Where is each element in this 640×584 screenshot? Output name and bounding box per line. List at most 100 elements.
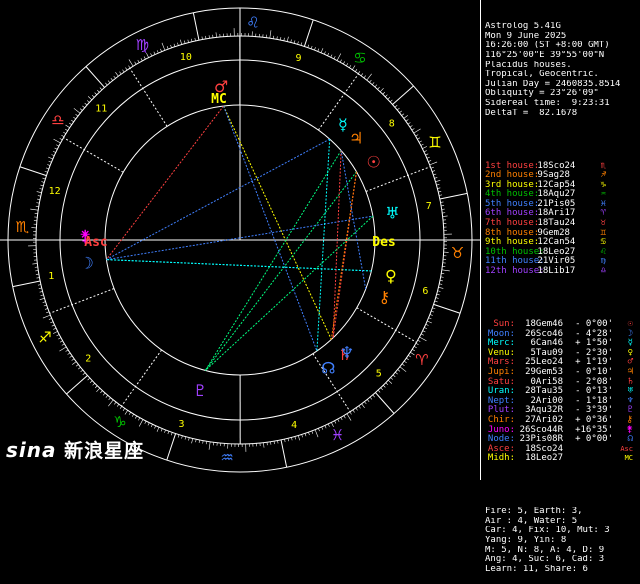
- degree-tick: [438, 291, 441, 292]
- degree-tick: [85, 103, 87, 105]
- stats-line: Learn: 11, Share: 6: [485, 565, 640, 575]
- degree-tick: [422, 146, 426, 148]
- degree-tick: [32, 263, 37, 264]
- header-line: 16:26:00 (ST +8:00 GMT): [485, 41, 640, 51]
- degree-tick: [53, 328, 56, 329]
- zodiac-sign-icon: ♒: [220, 449, 233, 467]
- degree-tick: [88, 378, 90, 380]
- degree-tick: [100, 88, 102, 90]
- planet-icon: Asc: [613, 445, 633, 455]
- planet-aspect: + 0°00': [563, 435, 613, 445]
- degree-tick: [123, 408, 125, 410]
- degree-tick: [196, 439, 197, 442]
- degree-tick: [402, 364, 404, 366]
- degree-tick: [135, 416, 137, 419]
- house-number: 8: [389, 118, 395, 129]
- zodiac-sign-icon: ♍: [136, 36, 149, 54]
- degree-tick: [378, 390, 380, 392]
- sign-divider: [440, 193, 467, 199]
- degree-tick: [437, 294, 440, 295]
- degree-tick: [375, 85, 377, 87]
- degree-tick: [436, 184, 439, 185]
- house-cusp-line: [130, 68, 167, 126]
- degree-tick: [144, 57, 145, 60]
- degree-tick: [301, 42, 302, 45]
- degree-tick: [291, 437, 292, 440]
- degree-tick: [80, 109, 82, 111]
- house-number: 12: [49, 186, 61, 197]
- degree-tick: [399, 111, 401, 113]
- degree-tick: [40, 189, 43, 190]
- degree-tick: [90, 381, 92, 383]
- degree-tick: [427, 321, 432, 323]
- degree-tick: [393, 375, 395, 377]
- planet-icon: MC: [613, 454, 633, 464]
- degree-tick: [324, 51, 325, 54]
- degree-tick: [311, 46, 312, 49]
- degree-tick: [433, 174, 436, 175]
- degree-tick: [287, 37, 288, 42]
- degree-tick: [76, 364, 78, 366]
- degree-tick: [410, 125, 412, 127]
- degree-tick: [92, 95, 94, 97]
- degree-tick: [65, 129, 68, 131]
- sign-divider: [167, 434, 176, 461]
- degree-tick: [151, 53, 152, 56]
- degree-tick: [60, 138, 63, 139]
- degree-tick: [177, 43, 178, 46]
- degree-tick: [308, 45, 309, 48]
- aspect-line: [341, 151, 366, 290]
- planet-glyph-icon: ☿: [338, 115, 348, 134]
- degree-tick: [404, 115, 408, 118]
- house-number: 6: [422, 286, 428, 297]
- planet-glyph-icon: ☉: [367, 153, 381, 172]
- degree-tick: [314, 47, 315, 50]
- degree-tick: [419, 141, 422, 142]
- degree-tick: [383, 92, 385, 94]
- midheaven-label: MC: [211, 92, 227, 107]
- element-stats: Fire: 5, Earth: 3,Air : 4, Water: 5Car: …: [485, 507, 640, 574]
- degree-tick: [120, 406, 122, 408]
- degree-tick: [388, 380, 392, 383]
- degree-tick: [61, 135, 64, 137]
- degree-tick: [100, 391, 102, 393]
- degree-tick: [103, 393, 105, 395]
- degree-tick: [106, 395, 108, 397]
- degree-tick: [439, 195, 442, 196]
- degree-tick: [108, 400, 113, 406]
- house-cusp-line: [50, 289, 114, 314]
- degree-tick: [109, 398, 111, 400]
- sign-divider: [393, 86, 414, 105]
- degree-tick: [66, 350, 69, 352]
- degree-tick: [406, 358, 408, 360]
- degree-tick: [438, 287, 443, 288]
- degree-tick: [359, 406, 361, 408]
- degree-tick: [195, 38, 196, 41]
- degree-tick: [341, 417, 342, 420]
- degree-tick: [138, 418, 139, 421]
- planet-glyph-icon: ♆: [340, 343, 354, 362]
- degree-tick: [298, 435, 299, 440]
- degree-tick: [36, 203, 39, 204]
- header-line: Astrolog 5.41G: [485, 22, 640, 32]
- header-line: Placidus houses.: [485, 61, 640, 71]
- degree-tick: [432, 171, 435, 172]
- degree-tick: [66, 125, 70, 128]
- degree-tick: [443, 216, 448, 217]
- degree-tick: [171, 45, 172, 48]
- header-line: DeltaT = 82.1678: [485, 109, 640, 119]
- degree-tick: [141, 58, 142, 61]
- sign-divider: [434, 304, 461, 313]
- degree-tick: [145, 421, 146, 424]
- degree-tick: [122, 70, 124, 72]
- degree-tick: [431, 167, 434, 168]
- degree-tick: [38, 196, 41, 197]
- info-panel: Astrolog 5.41GMon 9 June 202516:26:00 (S…: [480, 0, 640, 480]
- degree-tick: [284, 38, 285, 41]
- degree-tick: [356, 408, 358, 410]
- degree-tick: [71, 120, 73, 122]
- degree-tick: [68, 353, 70, 355]
- degree-tick: [344, 416, 346, 419]
- degree-tick: [419, 337, 426, 341]
- degree-tick: [51, 154, 54, 155]
